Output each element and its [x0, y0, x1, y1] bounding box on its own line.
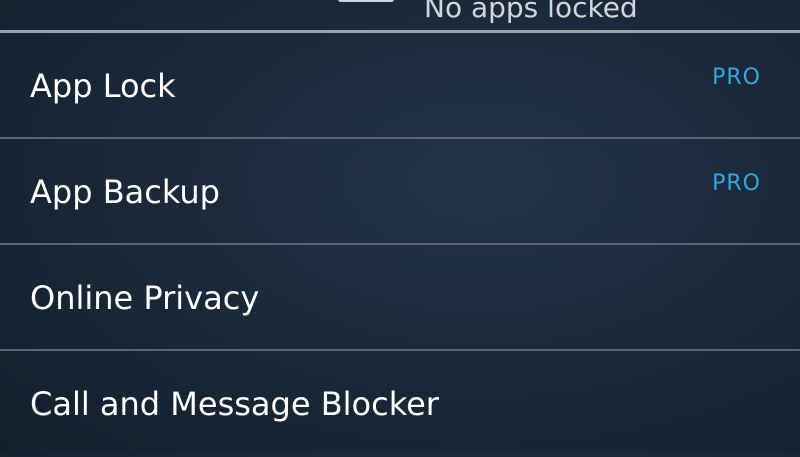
lock-status-text: No apps locked — [424, 0, 638, 24]
pro-badge: PRO — [712, 171, 761, 196]
menu-item-label: Online Privacy — [30, 279, 260, 317]
menu-item-label: App Lock — [30, 67, 176, 105]
pro-badge: PRO — [712, 65, 761, 90]
app-lock-status-header[interactable]: No apps locked — [0, 0, 800, 30]
menu-item-app-lock[interactable]: App Lock PRO — [0, 33, 800, 139]
lock-icon — [338, 0, 394, 2]
feature-menu-list: App Lock PRO App Backup PRO Online Priva… — [0, 33, 800, 457]
menu-item-label: Call and Message Blocker — [30, 385, 439, 423]
menu-item-label: App Backup — [30, 173, 220, 211]
menu-item-online-privacy[interactable]: Online Privacy — [0, 245, 800, 351]
menu-item-call-and-message-blocker[interactable]: Call and Message Blocker — [0, 351, 800, 457]
menu-item-app-backup[interactable]: App Backup PRO — [0, 139, 800, 245]
